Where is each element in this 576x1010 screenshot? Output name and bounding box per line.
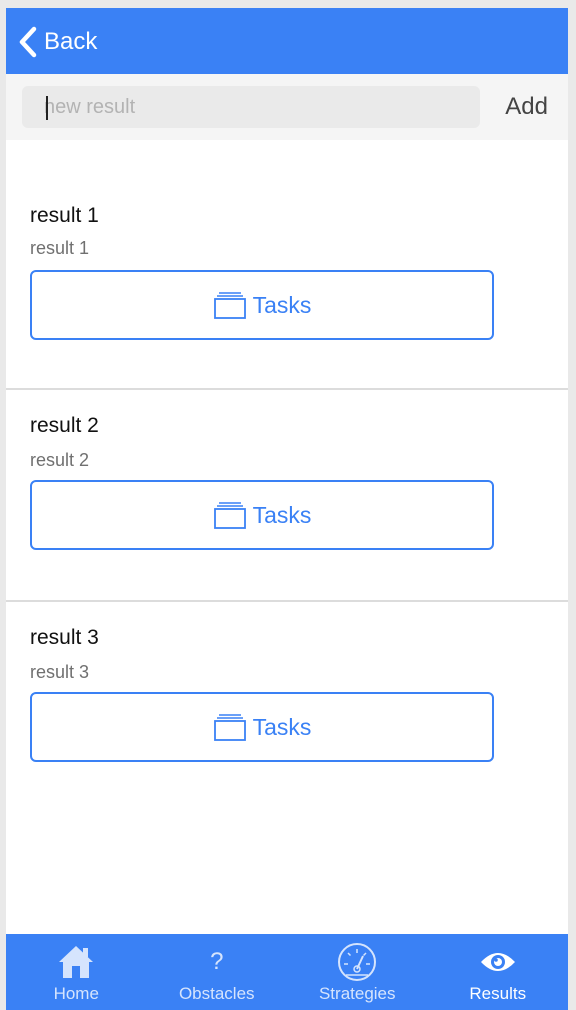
result-subtitle: result 2 (30, 450, 90, 470)
speedometer-icon (335, 942, 379, 982)
result-subtitle: result 3 (30, 662, 90, 682)
list-item: result 1 result 1 Tasks (6, 140, 568, 390)
folder-icon (213, 500, 247, 530)
new-result-input[interactable] (22, 86, 480, 128)
tab-bar: Home ? Obstacles Strategies Results (6, 934, 568, 1010)
tasks-label: Tasks (252, 501, 312, 528)
question-icon: ? (210, 948, 224, 975)
tasks-label: Tasks (252, 291, 312, 318)
tab-home[interactable]: Home (6, 934, 147, 1010)
result-title: result 2 (30, 414, 99, 437)
chevron-left-icon (18, 26, 38, 58)
tab-label: Home (53, 984, 99, 1003)
tab-label: Results (469, 984, 527, 1003)
tasks-button[interactable]: Tasks (30, 270, 494, 340)
result-title: result 1 (30, 204, 99, 227)
back-label: Back (44, 28, 98, 55)
tab-strategies[interactable]: Strategies (287, 934, 428, 1010)
home-icon (57, 942, 95, 982)
result-subtitle: result 1 (30, 238, 90, 258)
list-item: result 3 result 3 Tasks (6, 602, 568, 814)
tab-results[interactable]: Results (428, 934, 569, 1010)
eye-icon (479, 942, 517, 982)
nav-header: Back (6, 8, 568, 74)
tasks-button[interactable]: Tasks (30, 692, 494, 762)
app-screen: Back Add result 1 result 1 Tasks (6, 8, 568, 1010)
add-button[interactable]: Add (505, 93, 548, 121)
text-cursor (46, 96, 48, 120)
result-title: result 3 (30, 626, 99, 649)
new-result-bar: Add (6, 74, 568, 140)
tasks-label: Tasks (252, 713, 312, 740)
results-list: result 1 result 1 Tasks result 2 result … (6, 140, 568, 814)
back-button[interactable]: Back (18, 25, 97, 59)
tab-label: Strategies (318, 984, 396, 1003)
list-item: result 2 result 2 Tasks (6, 390, 568, 602)
tasks-button[interactable]: Tasks (30, 480, 494, 550)
folder-icon (213, 290, 247, 320)
tab-label: Obstacles (178, 984, 255, 1003)
folder-icon (213, 712, 247, 742)
tab-obstacles[interactable]: ? Obstacles (147, 934, 288, 1010)
